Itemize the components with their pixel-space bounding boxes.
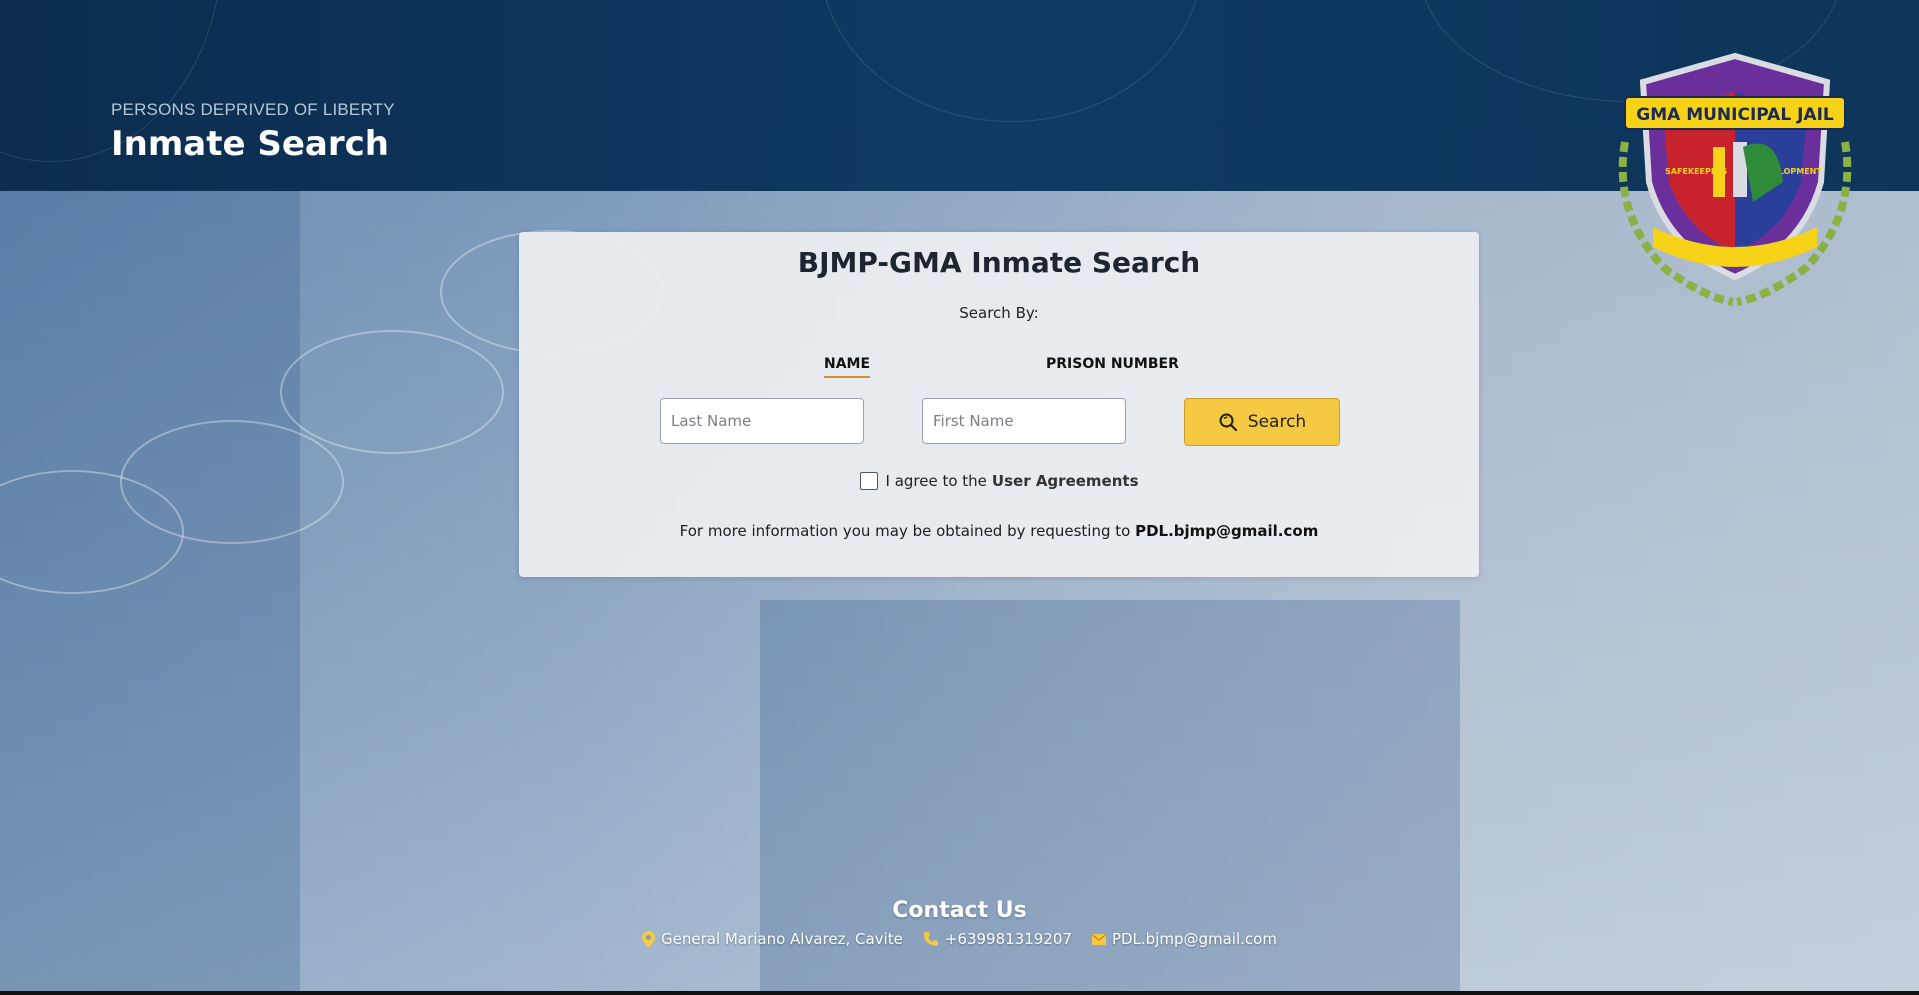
contact-address: General Mariano Alvarez, Cavite: [642, 930, 903, 948]
info-text: For more information you may be obtained…: [679, 522, 1131, 540]
last-name-input[interactable]: [660, 398, 864, 444]
contact-phone: +639981319207: [923, 930, 1072, 948]
contact-email-text[interactable]: PDL.bjmp@gmail.com: [1112, 930, 1277, 948]
user-agreement-row: I agree to the User Agreements: [519, 472, 1479, 490]
agree-text: I agree to the: [885, 472, 987, 490]
info-text-row: For more information you may be obtained…: [519, 522, 1479, 540]
contact-address-text: General Mariano Alvarez, Cavite: [661, 930, 903, 948]
search-icon: [1219, 413, 1237, 432]
phone-icon: [923, 932, 938, 946]
user-agreements-link[interactable]: User Agreements: [992, 472, 1139, 490]
map-pin-icon: [642, 930, 656, 948]
contact-email: PDL.bjmp@gmail.com: [1091, 930, 1277, 948]
mail-icon: [1091, 933, 1106, 945]
first-name-input[interactable]: [922, 398, 1126, 444]
header-subtitle: PERSONS DEPRIVED OF LIBERTY: [111, 100, 395, 119]
header-decoration: [820, 0, 1202, 122]
contact-phone-text: +639981319207: [944, 930, 1072, 948]
gma-jail-logo: GMA MUNICIPAL JAIL SAFEKEEPING DEVELOPME…: [1618, 52, 1852, 306]
search-button[interactable]: Search: [1184, 398, 1340, 446]
info-email[interactable]: PDL.bjmp@gmail.com: [1135, 522, 1318, 540]
razor-wire: [280, 330, 504, 454]
logo-banner-text: GMA MUNICIPAL JAIL: [1636, 105, 1834, 125]
card-title: BJMP-GMA Inmate Search: [797, 246, 1201, 279]
contact-details: General Mariano Alvarez, Cavite +6399813…: [0, 930, 1919, 948]
search-card: BJMP-GMA Inmate Search Search By: NAME P…: [519, 232, 1479, 577]
search-by-label: Search By:: [959, 304, 1039, 322]
building-wall: [0, 190, 300, 995]
razor-wire: [120, 420, 344, 544]
bottom-border: [0, 991, 1919, 995]
tab-name[interactable]: NAME: [824, 356, 871, 378]
agree-checkbox[interactable]: [859, 472, 878, 490]
search-button-label: Search: [1247, 412, 1307, 432]
tab-prison-number[interactable]: PRISON NUMBER: [1046, 356, 1179, 376]
page-title: Inmate Search: [111, 124, 389, 164]
contact-title: Contact Us: [892, 898, 1027, 923]
